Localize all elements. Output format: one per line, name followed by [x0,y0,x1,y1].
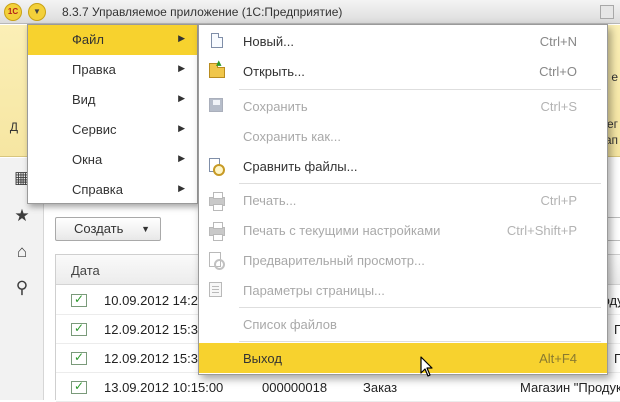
main-menu-item-label: Справка [72,182,123,197]
cell-number: 000000018 [262,380,328,395]
menu-item-label: Сохранить как... [243,129,341,144]
cell-date: 12.09.2012 15:30 [104,351,206,366]
main-menu-item-label: Вид [72,92,96,107]
submenu-arrow-icon: ▶ [178,123,185,133]
posted-document-icon: ✓ [71,321,87,336]
history-icon[interactable]: ⌂ [12,242,32,262]
menu-item-shortcut: Ctrl+P [540,193,577,208]
menu-item-label: Печать... [243,193,297,208]
menu-item-page-setup[interactable]: Параметры страницы... [199,275,607,305]
printer-icon [209,192,225,211]
menu-item-new[interactable]: Новый... Ctrl+N [199,26,607,56]
cell-client: П [614,351,620,366]
create-button-label: Создать [74,221,124,236]
menu-separator [239,89,601,90]
main-menu-item-label: Правка [72,62,116,77]
posted-document-icon: ✓ [71,379,87,394]
cell-date: 10.09.2012 14:2 [104,293,198,308]
cell-client: П [614,322,620,337]
main-menu-button[interactable]: ▼ [28,3,46,21]
save-disk-icon [209,98,223,112]
menu-item-label: Сохранить [243,99,308,114]
menu-separator [239,341,601,342]
cell-type: Заказ [363,380,398,395]
file-submenu: Новый... Ctrl+N Открыть... Ctrl+O Сохран… [198,24,608,375]
submenu-arrow-icon: ▶ [178,93,185,103]
menu-item-print[interactable]: Печать... Ctrl+P [199,185,607,215]
menu-item-quick-print[interactable]: Печать с текущими настройками Ctrl+Shift… [199,215,607,245]
main-menu-item-windows[interactable]: Окна ▶ [28,145,197,175]
chevron-down-icon: ▼ [141,224,150,234]
main-menu-item-view[interactable]: Вид ▶ [28,85,197,115]
title-bar: 1С ▼ 8.3.7 Управляемое приложение (1С:Пр… [0,0,620,24]
submenu-arrow-icon: ▶ [178,153,185,163]
main-menu-item-label: Файл [72,32,104,47]
mouse-pointer-icon [420,356,433,377]
cell-date: 12.09.2012 15:30 [104,322,206,337]
cell-date: 13.09.2012 10:15:00 [104,380,224,395]
info-panel-text-2: ег [606,117,618,131]
menu-item-label: Сравнить файлы... [243,159,358,174]
page-setup-icon [209,282,222,297]
main-menu-item-service[interactable]: Сервис ▶ [28,115,197,145]
compare-files-icon [209,158,225,176]
menu-item-label: Новый... [243,34,294,49]
menu-separator [239,183,601,184]
posted-document-icon: ✓ [71,292,87,307]
menu-separator [239,307,601,308]
menu-item-label: Печать с текущими настройками [243,223,441,238]
create-button[interactable]: Создать ▼ [55,217,161,241]
table-row[interactable]: ✓ 13.09.2012 10:15:00 000000018 Заказ Ма… [56,373,620,402]
menu-item-compare-files[interactable]: Сравнить файлы... [199,151,607,181]
main-menu-item-file[interactable]: Файл ▶ [28,25,197,55]
menu-item-shortcut: Alt+F4 [539,351,577,366]
submenu-arrow-icon: ▶ [178,63,185,73]
menu-item-label: Список файлов [243,317,337,332]
submenu-arrow-icon: ▶ [178,183,185,193]
menu-item-shortcut: Ctrl+S [540,99,577,114]
open-folder-icon [209,56,225,78]
menu-item-shortcut: Ctrl+N [539,34,577,49]
window-control-icon[interactable] [600,5,614,19]
main-menu-item-edit[interactable]: Правка ▶ [28,55,197,85]
menu-item-open[interactable]: Открыть... Ctrl+O [199,56,607,86]
submenu-arrow-icon: ▶ [178,33,185,43]
menu-item-exit[interactable]: Выход Alt+F4 [199,343,607,373]
info-panel-text-left: Д [9,120,18,134]
menu-item-file-list[interactable]: Список файлов [199,309,607,339]
print-preview-icon [209,252,225,270]
main-menu-item-label: Сервис [72,122,117,137]
main-menu-item-label: Окна [72,152,103,167]
menu-item-shortcut: Ctrl+Shift+P [506,223,577,238]
cell-client: Магазин "Продук [520,380,620,395]
quick-print-icon [209,222,225,241]
favorites-star-icon[interactable]: ★ [12,206,32,226]
menu-item-label: Параметры страницы... [243,283,385,298]
main-menu-item-help[interactable]: Справка ▶ [28,175,197,205]
1c-logo-icon: 1С [4,3,22,21]
posted-document-icon: ✓ [71,350,87,365]
search-icon[interactable]: ⚲ [12,278,32,298]
main-menu: Файл ▶ Правка ▶ Вид ▶ Сервис ▶ Окна ▶ Сп… [27,24,198,204]
info-panel-text-1: е [611,70,618,84]
menu-item-shortcut: Ctrl+O [539,64,577,79]
menu-item-save[interactable]: Сохранить Ctrl+S [199,91,607,121]
menu-item-label: Предварительный просмотр... [243,253,425,268]
new-document-icon [211,33,223,48]
window-title: 8.3.7 Управляемое приложение (1С:Предпри… [62,5,343,19]
menu-item-save-as[interactable]: Сохранить как... [199,121,607,151]
menu-item-label: Выход [243,351,282,366]
column-header-date[interactable]: Дата [71,263,100,278]
menu-item-label: Открыть... [243,64,305,79]
menu-item-print-preview[interactable]: Предварительный просмотр... [199,245,607,275]
